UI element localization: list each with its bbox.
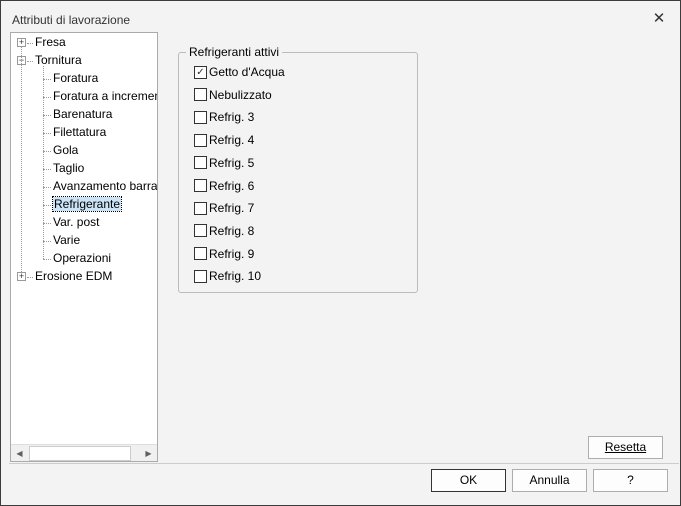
tree-connector [27,61,33,62]
tree-node[interactable]: Gola [53,142,78,159]
coolant-checkbox[interactable]: Refrig. 3 [194,109,254,125]
tree-view[interactable]: ◀ ▶ + Fresa − Tornitura Foratura Foratura a i… [10,32,158,462]
tree-node[interactable]: Avanzamento barra [53,178,158,195]
tree-node-label: Foratura a incremen [53,89,158,103]
checkbox-label: Refrig. 8 [209,223,255,238]
coolant-checkbox[interactable]: Refrig. 5 [194,155,254,171]
tree-node-label: Barenatura [53,107,113,121]
checkbox-unchecked-icon[interactable] [194,133,207,147]
divider [9,463,679,464]
coolant-checkbox[interactable]: ✓ Getto d'Acqua [194,64,285,80]
checkbox-label: Refrig. 3 [209,110,255,125]
checkbox-unchecked-icon[interactable] [194,224,207,238]
checkbox-label: Nebulizzato [209,87,272,102]
tree-connector [27,43,33,44]
checkbox-label: Refrig. 4 [209,133,255,148]
tree-connector [43,115,51,116]
tree-node-label: Filettatura [53,125,107,139]
coolant-checkbox[interactable]: Refrig. 10 [194,268,261,284]
checkbox-unchecked-icon[interactable] [194,247,207,261]
tree-connector [43,259,51,260]
tree-connector [43,79,51,80]
checkbox-unchecked-icon[interactable] [194,88,207,102]
dialog-window: Attributi di lavorazione ✕ ◀ ▶ + Fresa − To… [0,0,681,506]
tree-node-label: Gola [53,143,79,157]
group-label: Refrigeranti attivi [186,45,283,59]
close-icon[interactable]: ✕ [651,9,667,27]
tree-node[interactable]: Fresa [35,34,66,51]
checkbox-unchecked-icon[interactable] [194,269,207,283]
tree-node[interactable]: Foratura a incremen [53,88,158,105]
tree-connector [43,97,51,98]
tree-node[interactable]: Operazioni [53,250,111,267]
coolant-checkbox[interactable]: Refrig. 9 [194,246,254,262]
coolant-checkbox[interactable]: Refrig. 4 [194,132,254,148]
coolant-checkbox[interactable]: Refrig. 7 [194,200,254,216]
checkbox-unchecked-icon[interactable] [194,110,207,124]
window-title: Attributi di lavorazione [12,13,131,27]
reset-label: Resetta [604,440,647,454]
tree-node-label: Taglio [53,161,85,175]
tree-connector [43,241,51,242]
tree-node[interactable]: Foratura [53,70,98,87]
tree-node[interactable]: Tornitura [35,52,82,69]
checkbox-label: Refrig. 10 [209,269,262,284]
tree-node[interactable]: Erosione EDM [35,268,112,285]
checkbox-checked-icon[interactable]: ✓ [194,65,207,79]
checkbox-label: Getto d'Acqua [209,65,285,79]
checkbox-unchecked-icon[interactable] [194,201,207,215]
tree-node[interactable]: Taglio [53,160,84,177]
coolant-checkbox[interactable]: Nebulizzato [194,87,272,103]
checkbox-label: Refrig. 5 [209,155,255,170]
tree-connector [43,66,44,259]
checkbox-unchecked-icon[interactable] [194,179,207,192]
tree-connector [43,169,51,170]
tree-connector [43,223,51,224]
tree-node[interactable]: Varie [53,232,80,249]
tree-node[interactable]: Refrigerante [51,196,123,213]
scroll-left-icon[interactable]: ◀ [11,445,28,461]
expand-icon[interactable]: + [17,272,26,281]
expand-icon[interactable]: + [17,38,26,47]
horizontal-scrollbar[interactable]: ◀ ▶ [11,444,157,461]
tree-node-label: Foratura [53,71,99,85]
tree-node-label: Varie [53,233,81,247]
checkbox-label: Refrig. 6 [209,178,255,193]
tree-connector [43,133,51,134]
tree-node-label: Var. post [53,215,100,229]
checkbox-unchecked-icon[interactable] [194,156,207,170]
tree-node-label: Avanzamento barra [53,179,158,193]
tree-connector [43,151,51,152]
tree-node[interactable]: Var. post [53,214,99,231]
tree-connector [43,187,51,188]
tree-node[interactable]: Barenatura [53,106,112,123]
ok-button[interactable]: OK [431,469,506,492]
coolant-checkbox[interactable]: Refrig. 8 [194,223,254,239]
reset-button[interactable]: Resetta [588,436,663,459]
scroll-right-icon[interactable]: ▶ [140,445,157,461]
tree-node-label: Operazioni [53,251,112,265]
scrollbar-thumb[interactable] [29,446,131,461]
cancel-button[interactable]: Annulla [512,469,587,492]
tree-node-label: Refrigerante [51,196,123,212]
tree-connector [43,205,51,206]
checkbox-label: Refrig. 9 [209,246,255,261]
help-button[interactable]: ? [593,469,668,492]
coolant-checkbox[interactable]: Refrig. 6 [194,178,254,194]
checkbox-label: Refrig. 7 [209,201,255,216]
tree-node[interactable]: Filettatura [53,124,106,141]
tree-connector [27,277,33,278]
tree-connector [21,47,22,272]
